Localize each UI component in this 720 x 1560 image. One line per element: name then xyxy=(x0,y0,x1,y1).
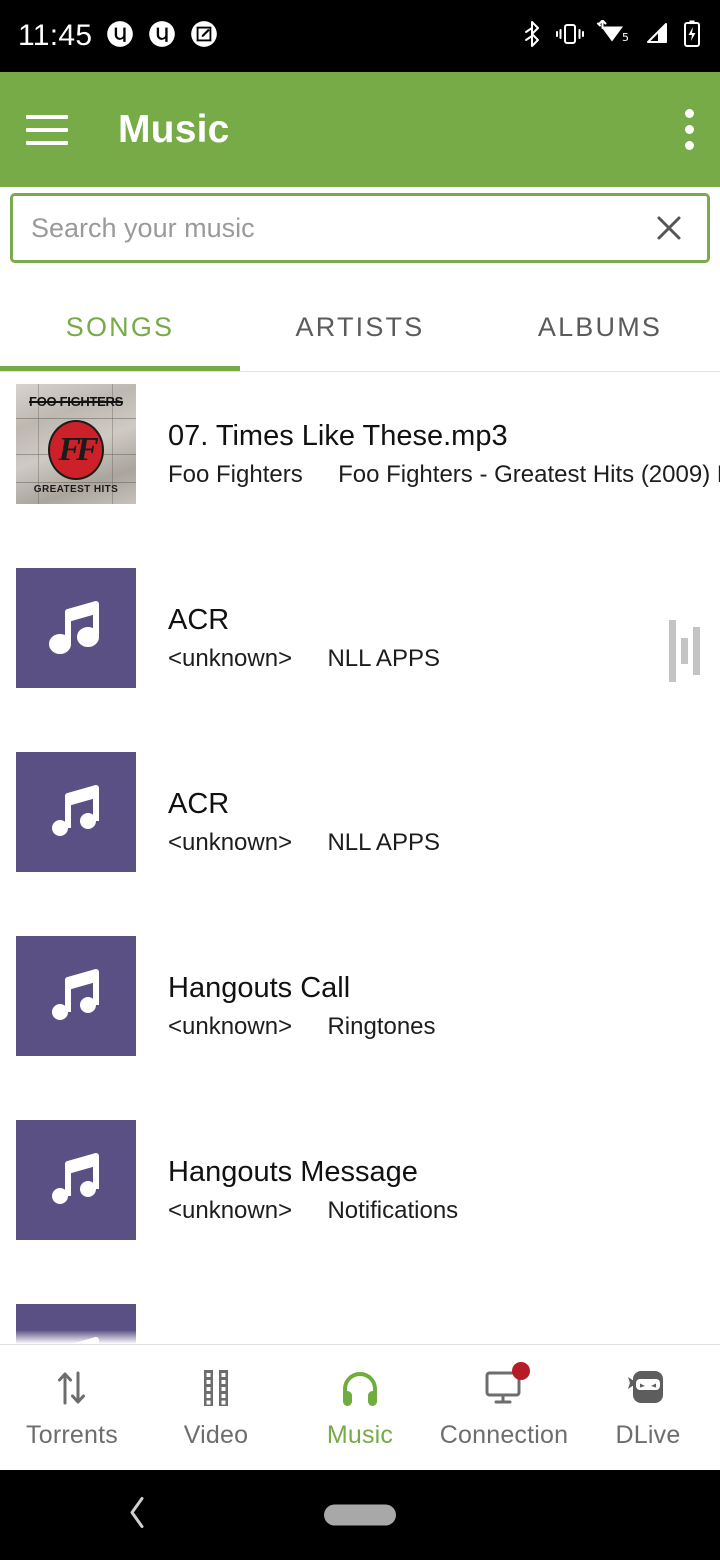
nav-label-music: Music xyxy=(326,1421,394,1449)
song-artist: Foo Fighters xyxy=(168,460,303,488)
foo-fighters-logo-icon: FF xyxy=(48,420,104,480)
nav-label-dlive: DLive xyxy=(615,1421,681,1449)
song-artist: <unknown> xyxy=(168,1012,293,1040)
utorrent-icon xyxy=(148,20,176,53)
status-bar-left: 11:45 xyxy=(18,19,218,53)
nav-label-connection: Connection xyxy=(439,1421,569,1449)
utorrent-icon xyxy=(106,20,134,53)
cell-signal-icon xyxy=(645,20,671,53)
nav-item-music[interactable]: Music xyxy=(288,1365,432,1450)
song-album: Notifications xyxy=(327,1196,459,1224)
hamburger-menu-icon[interactable] xyxy=(26,114,68,145)
tab-bar: SONGS ARTISTS ALBUMS xyxy=(0,283,720,371)
chevron-back-icon[interactable] xyxy=(125,1493,151,1538)
phone-screen: 11:45 5 Music Search your music SONGS AR… xyxy=(0,0,720,1560)
system-navigation-bar xyxy=(0,1470,720,1560)
tab-songs-label: SONGS xyxy=(65,311,175,342)
screenshot-edit-icon xyxy=(190,20,218,53)
song-title: 07. Times Like These.mp3 xyxy=(168,420,508,452)
list-item-text: ACR <unknown> NLL APPS xyxy=(168,740,440,857)
song-album: Ringtones xyxy=(327,1012,436,1040)
battery-charging-icon xyxy=(682,19,702,54)
list-item-text: ACR <unknown> NLL APPS xyxy=(168,556,440,673)
song-album: NLL APPS xyxy=(327,644,440,672)
list-item-text: Hangouts Message <unknown> Notifications xyxy=(168,1108,458,1225)
song-artist: <unknown> xyxy=(168,1196,293,1224)
headphones-icon xyxy=(336,1365,384,1411)
tab-songs[interactable]: SONGS xyxy=(0,283,240,371)
status-bar: 11:45 5 xyxy=(0,0,720,72)
song-title: Hangouts Call xyxy=(168,972,351,1004)
list-bottom-fade xyxy=(0,1330,720,1344)
album-art-bottom-text: GREATEST HITS xyxy=(33,484,119,495)
song-title: ACR xyxy=(168,604,230,636)
tab-albums[interactable]: ALBUMS xyxy=(480,283,720,371)
song-album: NLL APPS xyxy=(327,828,440,856)
bluetooth-icon xyxy=(520,20,544,53)
notification-badge xyxy=(512,1362,530,1380)
nav-label-video: Video xyxy=(183,1421,249,1449)
song-artist: <unknown> xyxy=(168,828,293,856)
svg-text:5: 5 xyxy=(622,31,629,44)
song-list[interactable]: FOO FIGHTERS FF GREATEST HITS 07. Times … xyxy=(0,372,720,1344)
nav-item-torrents[interactable]: Torrents xyxy=(0,1365,144,1450)
music-note-placeholder-icon xyxy=(16,568,136,688)
album-art-foo-fighters-greatest-hits: FOO FIGHTERS FF GREATEST HITS xyxy=(16,384,136,504)
gesture-pill-icon[interactable] xyxy=(324,1504,396,1526)
song-subtitle: Foo Fighters Foo Fighters - Greatest Hit… xyxy=(168,461,720,489)
search-bar-container xyxy=(0,187,720,275)
tab-artists[interactable]: ARTISTS xyxy=(240,283,480,371)
song-artist: <unknown> xyxy=(168,644,293,672)
song-subtitle: <unknown> Ringtones xyxy=(168,1013,436,1041)
song-subtitle: <unknown> NLL APPS xyxy=(168,645,440,673)
tab-albums-label: ALBUMS xyxy=(537,311,663,342)
list-item[interactable]: FOO FIGHTERS FF GREATEST HITS 07. Times … xyxy=(0,372,720,556)
nav-item-connection[interactable]: Connection xyxy=(432,1362,576,1450)
list-item[interactable]: Hangouts Call <unknown> Ringtones xyxy=(0,924,720,1108)
list-item[interactable]: Hangouts Message <unknown> Notifications xyxy=(0,1108,720,1292)
film-strip-icon xyxy=(192,1365,240,1411)
list-item-text: 07. Times Like These.mp3 Foo Fighters Fo… xyxy=(168,372,720,489)
status-clock: 11:45 xyxy=(18,19,93,52)
search-box[interactable] xyxy=(10,193,710,263)
fast-scroll-handle[interactable] xyxy=(669,620,700,682)
wifi-icon: 5 xyxy=(596,18,634,53)
more-vertical-icon[interactable] xyxy=(684,109,694,150)
list-item-text: Hangouts Call <unknown> Ringtones xyxy=(168,924,436,1041)
song-subtitle: <unknown> NLL APPS xyxy=(168,829,440,857)
transfer-arrows-icon xyxy=(48,1365,96,1411)
search-input[interactable] xyxy=(31,212,649,244)
app-bar: Music xyxy=(0,72,720,187)
music-note-placeholder-icon xyxy=(16,1120,136,1240)
song-subtitle: <unknown> Notifications xyxy=(168,1197,458,1225)
song-title: ACR xyxy=(168,788,230,820)
tab-artists-label: ARTISTS xyxy=(295,311,425,342)
song-title: Hangouts Message xyxy=(168,1156,418,1188)
nav-item-dlive[interactable]: DLive xyxy=(576,1365,720,1450)
album-art-top-text: FOO FIGHTERS xyxy=(29,394,123,409)
music-note-placeholder-icon xyxy=(16,752,136,872)
song-album: Foo Fighters - Greatest Hits (2009) FLAC… xyxy=(338,460,720,488)
music-note-placeholder-icon xyxy=(16,936,136,1056)
bottom-navigation: Torrents Video Music Connection DLive xyxy=(0,1344,720,1470)
list-item[interactable]: ACR <unknown> NLL APPS xyxy=(0,740,720,924)
album-art-monogram: FF xyxy=(58,431,98,468)
close-x-icon[interactable] xyxy=(649,208,689,248)
nav-label-torrents: Torrents xyxy=(26,1421,118,1449)
list-item[interactable]: ACR <unknown> NLL APPS xyxy=(0,556,720,740)
monitor-icon xyxy=(480,1362,530,1411)
status-bar-right: 5 xyxy=(520,18,702,54)
ninja-face-icon xyxy=(624,1365,672,1411)
page-title: Music xyxy=(118,107,230,151)
vibrate-icon xyxy=(555,21,585,52)
nav-item-video[interactable]: Video xyxy=(144,1365,288,1450)
